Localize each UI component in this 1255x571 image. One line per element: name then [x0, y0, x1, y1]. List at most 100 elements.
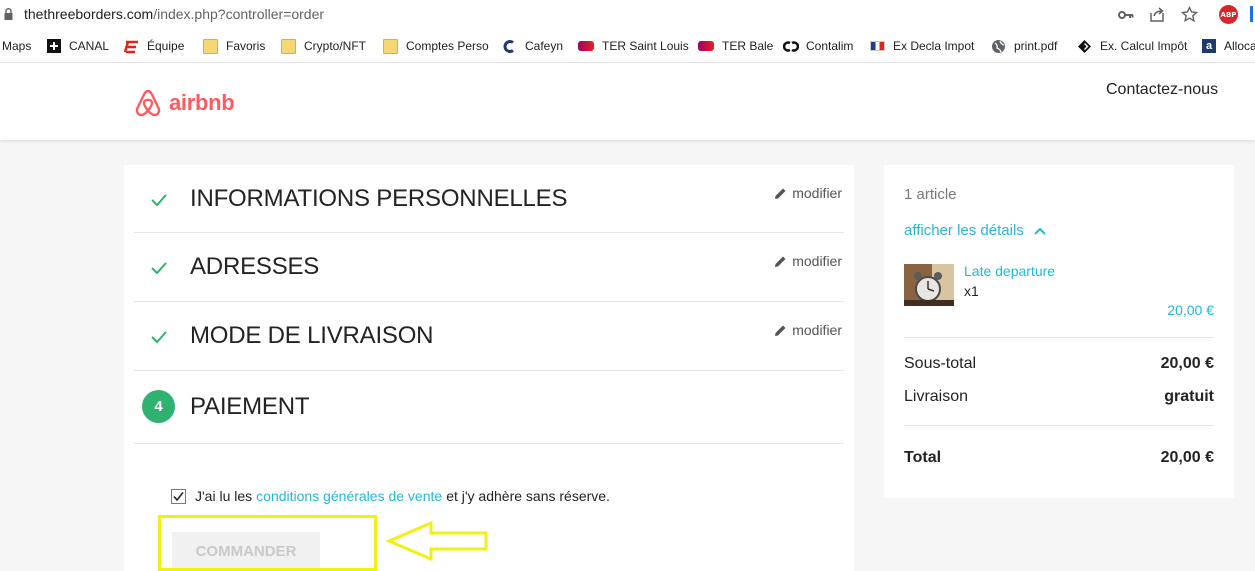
subtotal-label: Sous-total: [904, 355, 977, 372]
diamond-icon: [1077, 39, 1092, 54]
check-icon: [151, 262, 167, 275]
edit-addresses-link[interactable]: modifier: [774, 253, 842, 269]
bookmark-label: Ex. Calcul Impôt: [1100, 39, 1188, 53]
bookmark-label: CANAL: [69, 39, 110, 53]
pencil-icon: [775, 325, 786, 336]
step-personal-info[interactable]: INFORMATIONS PERSONNELLES modifier: [134, 165, 844, 233]
bookmark-canal[interactable]: CANAL: [47, 38, 109, 54]
lequipe-icon: [123, 39, 139, 54]
bookmark-comptes-perso[interactable]: Comptes Perso: [383, 38, 489, 54]
terms-prefix: J'ai lu les: [195, 488, 253, 504]
sncf-icon: [698, 41, 714, 51]
bookmark-crypto-nft[interactable]: Crypto/NFT: [281, 38, 366, 54]
bookmark-label: print.pdf: [1014, 39, 1058, 53]
folder-icon: [281, 38, 296, 54]
shipping-row: Livraison gratuit: [904, 388, 1214, 406]
alarm-clock-image: [904, 264, 954, 306]
cart-item-count: 1 article: [904, 186, 957, 203]
product-thumbnail[interactable]: [904, 264, 954, 306]
canal-plus-icon: [47, 39, 61, 53]
airbnb-logo[interactable]: airbnb: [133, 87, 235, 119]
checkmark-icon: [173, 491, 184, 501]
terms-checkbox[interactable]: [171, 488, 186, 504]
edit-label: modifier: [792, 253, 842, 269]
checkout-steps-panel: INFORMATIONS PERSONNELLES modifier ADRES…: [124, 165, 854, 571]
sncf-icon: [578, 41, 594, 51]
bookmark-print-pdf[interactable]: print.pdf: [991, 38, 1057, 54]
folder-icon: [203, 38, 218, 54]
step-number-badge: 4: [142, 390, 175, 423]
url-text[interactable]: thethreeborders.com/index.php?controller…: [24, 6, 324, 22]
bookmark-ter-saint-louis[interactable]: TER Saint Louis: [578, 38, 689, 54]
bookmark-label: Favoris: [226, 39, 266, 53]
terms-suffix: et j'y adhère sans réserve.: [446, 488, 610, 504]
bookmark-ter-bale[interactable]: TER Bale: [698, 38, 773, 54]
product-price: 20,00 €: [1167, 302, 1214, 318]
edit-label: modifier: [792, 322, 842, 338]
french-flag-icon: [870, 41, 885, 51]
bookmark-favoris[interactable]: Favoris: [203, 38, 265, 54]
cart-summary: 1 article afficher les détails Late depa…: [884, 165, 1234, 498]
bookmark-label: Contalim: [806, 39, 854, 53]
browser-address-bar[interactable]: thethreeborders.com/index.php?controller…: [0, 0, 1255, 30]
bookmark-maps[interactable]: Maps: [2, 38, 31, 54]
show-details-label: afficher les détails: [904, 222, 1024, 239]
share-icon[interactable]: [1149, 6, 1166, 23]
bookmark-equipe[interactable]: Équipe: [123, 38, 185, 54]
adblock-plus-icon[interactable]: ABP: [1219, 5, 1238, 24]
terms-agreement: J'ai lu les conditions générales de vent…: [171, 488, 610, 504]
step-payment: 4 PAIEMENT: [134, 371, 844, 444]
bookmark-contalim[interactable]: Contalim: [782, 38, 854, 54]
step-title: ADRESSES: [190, 253, 320, 280]
step-addresses[interactable]: ADRESSES modifier: [134, 233, 844, 302]
terms-link[interactable]: conditions générales de vente: [256, 488, 442, 504]
pencil-icon: [775, 188, 786, 199]
bookmark-cafeyn[interactable]: Cafeyn: [502, 38, 563, 54]
chevron-up-icon: [1034, 227, 1046, 235]
bookmark-label: TER Saint Louis: [602, 39, 689, 53]
edit-personal-info-link[interactable]: modifier: [774, 185, 842, 201]
site-header: airbnb Contactez-nous: [0, 63, 1255, 140]
star-bookmark-icon[interactable]: [1181, 6, 1198, 23]
lock-icon: [4, 8, 13, 20]
bookmark-label: Ex Decla Impot: [893, 39, 975, 53]
annotation-arrow-icon: [386, 520, 488, 562]
bookmark-label: Comptes Perso: [406, 39, 489, 53]
subtotal-row: Sous-total 20,00 €: [904, 355, 1214, 373]
step-title: PAIEMENT: [190, 393, 310, 420]
url-domain: thethreeborders.com: [24, 6, 154, 22]
annotation-highlight-box: [158, 515, 377, 571]
airbnb-belo-icon: [135, 89, 161, 117]
pencil-icon: [775, 256, 786, 267]
check-icon: [151, 331, 167, 344]
total-row: Total 20,00 €: [904, 449, 1214, 467]
bookmark-ex-calcul-impot[interactable]: Ex. Calcul Impôt: [1077, 38, 1187, 54]
contalim-icon: [782, 39, 800, 54]
key-icon[interactable]: [1118, 8, 1134, 22]
bookmark-label: Maps: [2, 39, 32, 53]
bookmark-label: Cafeyn: [525, 39, 564, 53]
step-delivery-mode[interactable]: MODE DE LIVRAISON modifier: [134, 302, 844, 371]
bookmarks-bar: Maps CANAL Équipe Favoris Crypto/NFT Com…: [0, 30, 1255, 63]
step-title: MODE DE LIVRAISON: [190, 322, 434, 349]
a-letter-icon: a: [1202, 39, 1216, 53]
folder-icon: [383, 38, 398, 54]
cafeyn-icon: [502, 39, 517, 54]
extension-edge-icon: [1250, 6, 1253, 22]
bookmark-ex-decla-impot[interactable]: Ex Decla Impot: [870, 38, 974, 54]
edit-label: modifier: [792, 185, 842, 201]
subtotal-value: 20,00 €: [1160, 355, 1214, 372]
shipping-value: gratuit: [1164, 388, 1214, 405]
show-details-toggle[interactable]: afficher les détails: [904, 222, 1046, 239]
contact-link[interactable]: Contactez-nous: [1106, 81, 1218, 99]
bookmark-alloca[interactable]: a Alloca: [1202, 38, 1255, 54]
globe-icon: [991, 39, 1006, 54]
url-path: /index.php?controller=order: [153, 6, 325, 22]
total-value: 20,00 €: [1160, 449, 1214, 466]
bookmark-label: Alloca: [1224, 39, 1255, 53]
logo-text: airbnb: [169, 90, 235, 115]
bookmark-label: Équipe: [147, 39, 185, 53]
product-name-link[interactable]: Late departure: [964, 263, 1055, 279]
edit-delivery-mode-link[interactable]: modifier: [774, 322, 842, 338]
step-title: INFORMATIONS PERSONNELLES: [190, 185, 568, 212]
